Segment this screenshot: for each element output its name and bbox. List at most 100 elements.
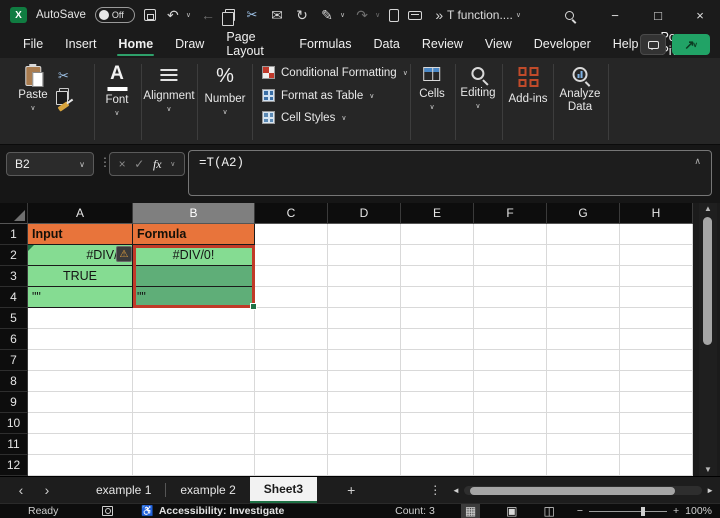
sheet-tab-example-1[interactable]: example 1 bbox=[82, 477, 165, 504]
tab-draw[interactable]: Draw bbox=[164, 32, 215, 56]
sheet-tab-sheet3[interactable]: Sheet3 bbox=[249, 476, 318, 504]
hscroll-right-icon[interactable]: ► bbox=[706, 486, 714, 495]
cell-A8[interactable] bbox=[28, 371, 133, 392]
select-all-corner[interactable] bbox=[0, 203, 28, 224]
tab-insert[interactable]: Insert bbox=[54, 32, 107, 56]
paste-button[interactable]: Paste ∨ bbox=[18, 64, 48, 112]
cell-E8[interactable] bbox=[401, 371, 474, 392]
cell-F4[interactable] bbox=[474, 287, 547, 308]
horizontal-scrollbar[interactable]: ◄ ► bbox=[452, 484, 714, 497]
cell-E3[interactable] bbox=[401, 266, 474, 287]
row-header-5[interactable]: 5 bbox=[0, 308, 28, 329]
cell-G11[interactable] bbox=[547, 434, 620, 455]
cell-H4[interactable] bbox=[620, 287, 693, 308]
scroll-down-icon[interactable]: ▼ bbox=[704, 464, 712, 476]
cell-E7[interactable] bbox=[401, 350, 474, 371]
cell-F1[interactable] bbox=[474, 224, 547, 245]
cell-H5[interactable] bbox=[620, 308, 693, 329]
accessibility-status[interactable]: Accessibility: Investigate bbox=[159, 505, 284, 517]
row-header-8[interactable]: 8 bbox=[0, 371, 28, 392]
cell-F7[interactable] bbox=[474, 350, 547, 371]
row-header-11[interactable]: 11 bbox=[0, 434, 28, 455]
cell-G3[interactable] bbox=[547, 266, 620, 287]
cell-H1[interactable] bbox=[620, 224, 693, 245]
ink-chevron-icon[interactable]: ∨ bbox=[340, 11, 345, 19]
cell-E12[interactable] bbox=[401, 455, 474, 476]
page-break-view-icon[interactable]: ◫ bbox=[544, 504, 555, 518]
tab-data[interactable]: Data bbox=[362, 32, 410, 56]
cell-D11[interactable] bbox=[328, 434, 401, 455]
enter-icon[interactable]: ✓ bbox=[134, 157, 144, 171]
error-badge-icon[interactable]: ⚠ bbox=[116, 246, 132, 262]
cell-D6[interactable] bbox=[328, 329, 401, 350]
tab-developer[interactable]: Developer bbox=[523, 32, 602, 56]
autosave-toggle[interactable]: Off bbox=[94, 7, 135, 23]
column-header-E[interactable]: E bbox=[401, 203, 474, 224]
name-box[interactable]: B2 ∨ bbox=[6, 152, 94, 176]
prev-sheet-icon[interactable]: ‹ bbox=[8, 482, 34, 498]
font-menu-button[interactable]: A Font ∨ bbox=[105, 64, 128, 117]
cell-D1[interactable] bbox=[328, 224, 401, 245]
cell-D2[interactable] bbox=[328, 245, 401, 266]
cell-A2[interactable]: #DIV/0! ⚠ bbox=[28, 245, 133, 266]
cell-G7[interactable] bbox=[547, 350, 620, 371]
refresh-icon[interactable]: ↻ bbox=[294, 7, 310, 24]
cell-G12[interactable] bbox=[547, 455, 620, 476]
cell-G4[interactable] bbox=[547, 287, 620, 308]
cell-B6[interactable] bbox=[133, 329, 255, 350]
formula-bar-expand-icon[interactable]: ∧ bbox=[694, 156, 701, 167]
cell-H2[interactable] bbox=[620, 245, 693, 266]
email-icon[interactable]: ✉ bbox=[269, 7, 285, 24]
cell-D10[interactable] bbox=[328, 413, 401, 434]
cell-C3[interactable] bbox=[255, 266, 328, 287]
next-sheet-icon[interactable]: › bbox=[34, 482, 60, 498]
cell-A12[interactable] bbox=[28, 455, 133, 476]
cell-C12[interactable] bbox=[255, 455, 328, 476]
editing-menu-button[interactable]: Editing ∨ bbox=[460, 67, 496, 110]
printer-icon[interactable] bbox=[408, 10, 423, 20]
ink-icon[interactable]: ✎ bbox=[319, 7, 335, 24]
cell-H3[interactable] bbox=[620, 266, 693, 287]
add-sheet-button[interactable]: + bbox=[347, 482, 355, 498]
page-layout-view-icon[interactable]: ▣ bbox=[506, 504, 517, 518]
column-header-G[interactable]: G bbox=[547, 203, 620, 224]
alignment-menu-button[interactable]: Alignment ∨ bbox=[143, 65, 195, 113]
row-header-7[interactable]: 7 bbox=[0, 350, 28, 371]
cell-F10[interactable] bbox=[474, 413, 547, 434]
format-as-table-button[interactable]: Format as Table ∨ bbox=[262, 89, 374, 102]
cell-B2[interactable]: #DIV/0! bbox=[133, 245, 255, 266]
cell-A7[interactable] bbox=[28, 350, 133, 371]
cell-F11[interactable] bbox=[474, 434, 547, 455]
sheet-tab-example-2[interactable]: example 2 bbox=[166, 477, 249, 504]
row-header-2[interactable]: 2 bbox=[0, 245, 28, 266]
cell-C8[interactable] bbox=[255, 371, 328, 392]
column-header-F[interactable]: F bbox=[474, 203, 547, 224]
share-button[interactable]: ↗ ∨ bbox=[672, 34, 710, 55]
cell-D3[interactable] bbox=[328, 266, 401, 287]
sheet-options-icon[interactable]: ⋮ bbox=[429, 483, 441, 497]
undo-chevron-icon[interactable]: ∨ bbox=[186, 11, 191, 19]
row-header-9[interactable]: 9 bbox=[0, 392, 28, 413]
cell-G5[interactable] bbox=[547, 308, 620, 329]
cell-C9[interactable] bbox=[255, 392, 328, 413]
column-header-D[interactable]: D bbox=[328, 203, 401, 224]
cell-H11[interactable] bbox=[620, 434, 693, 455]
cell-F3[interactable] bbox=[474, 266, 547, 287]
ribbon-cut-icon[interactable]: ✂ bbox=[58, 68, 69, 84]
cell-B3[interactable] bbox=[133, 266, 255, 287]
minimize-button[interactable]: − bbox=[598, 0, 632, 30]
cell-A9[interactable] bbox=[28, 392, 133, 413]
qat-overflow-icon[interactable]: » bbox=[431, 7, 447, 23]
cell-D4[interactable] bbox=[328, 287, 401, 308]
cell-B12[interactable] bbox=[133, 455, 255, 476]
cell-G1[interactable] bbox=[547, 224, 620, 245]
cell-E10[interactable] bbox=[401, 413, 474, 434]
cell-E4[interactable] bbox=[401, 287, 474, 308]
number-menu-button[interactable]: % Number ∨ bbox=[205, 65, 246, 116]
cell-B7[interactable] bbox=[133, 350, 255, 371]
cell-A11[interactable] bbox=[28, 434, 133, 455]
tab-review[interactable]: Review bbox=[411, 32, 474, 56]
cancel-icon[interactable]: × bbox=[119, 157, 126, 171]
insert-function-icon[interactable]: fx bbox=[153, 157, 162, 172]
cell-H8[interactable] bbox=[620, 371, 693, 392]
